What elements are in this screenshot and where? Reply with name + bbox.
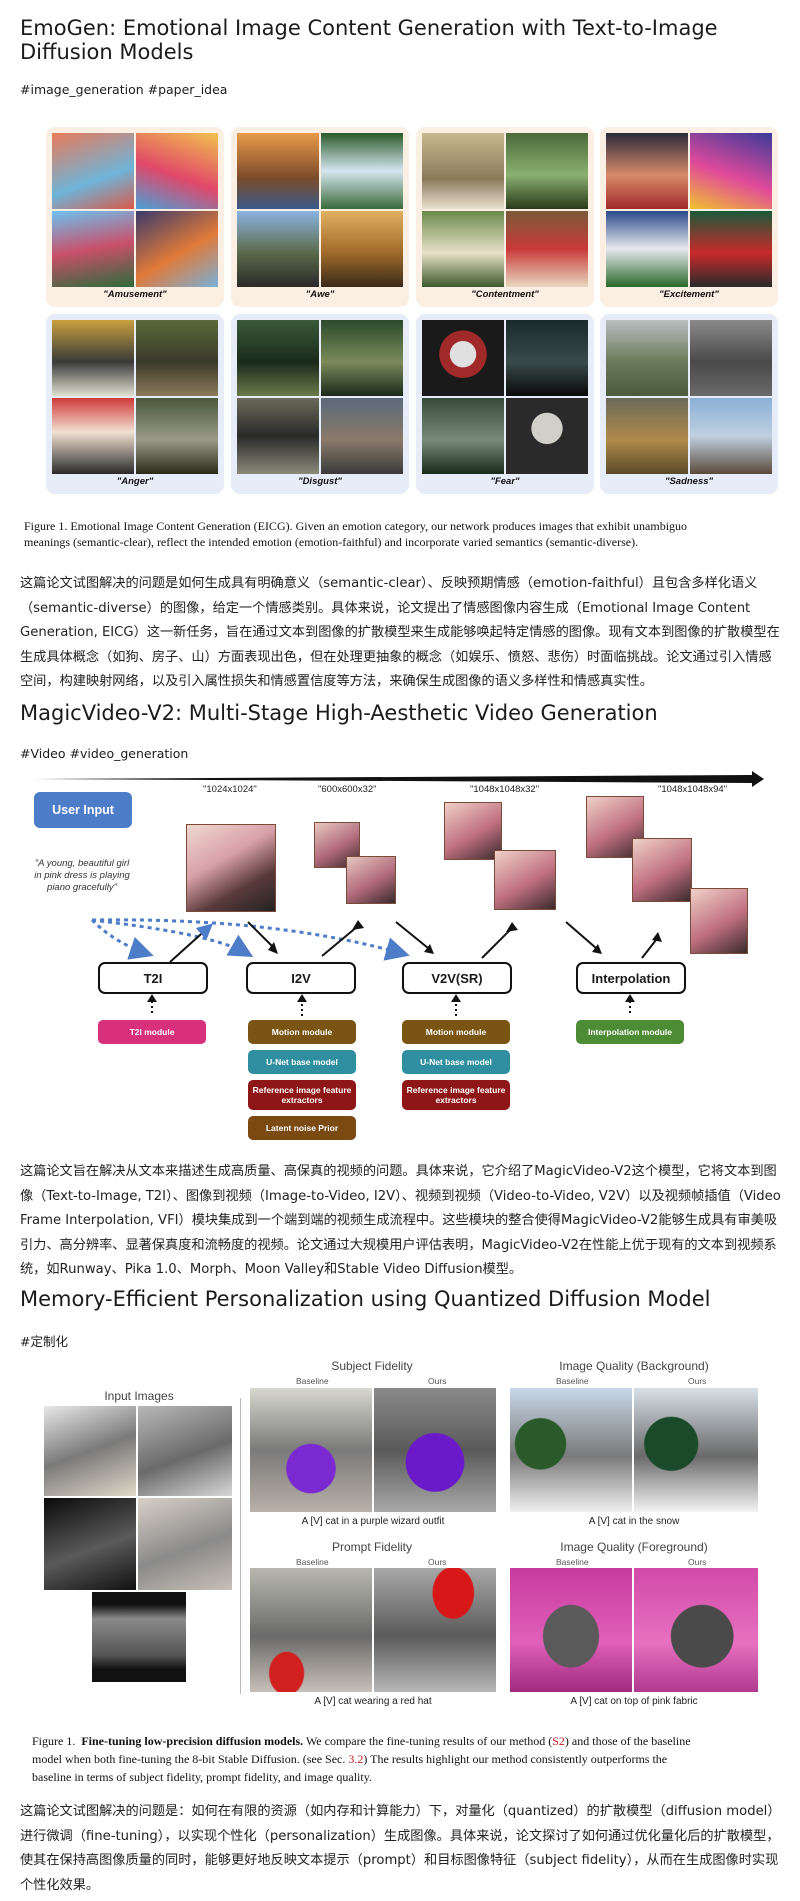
baseline-label: Baseline: [556, 1376, 589, 1386]
baseline-label: Baseline: [556, 1557, 589, 1567]
emotion-label: "Amusement": [103, 289, 167, 300]
emogen-caption-line2: meanings (semantic-clear), reflect the i…: [24, 535, 639, 549]
text-prompt: "A young, beautiful girl in pink dress i…: [34, 858, 130, 893]
quantized-summary: 这篇论文试图解决的问题是：如何在有限的资源（如内存和计算能力）下，对量化（qua…: [20, 1804, 781, 1893]
ours-image: [634, 1388, 758, 1512]
baseline-label: Baseline: [296, 1557, 329, 1567]
emotion-label: "Fear": [490, 476, 520, 487]
magicvideo-tags: #Video #video_generation: [20, 746, 189, 761]
resolution-label: "1048x1048x32": [470, 784, 540, 795]
input-image: [44, 1406, 136, 1496]
v2v-frame: [494, 850, 556, 910]
i2v-latent-noise-module: Latent noise Prior: [248, 1116, 356, 1140]
ours-label: Ours: [688, 1376, 707, 1386]
quantized-caption-line1: Figure 1. Fine-tuning low-precision diff…: [32, 1734, 691, 1748]
quantized-caption-line3: baseline in terms of subject fidelity, p…: [32, 1770, 372, 1784]
quantized-tags: #定制化: [20, 1334, 68, 1349]
ours-image: [634, 1568, 758, 1692]
emogen-tags: #image_generation #paper_idea: [20, 82, 228, 97]
t2i-output-image: [186, 824, 276, 912]
i2v-reference-module: Reference image feature extractors: [248, 1080, 356, 1110]
prompt-fidelity-title: Prompt Fidelity: [331, 1540, 413, 1554]
v2v-motion-module: Motion module: [402, 1020, 510, 1044]
emotion-panel-disgust: "Disgust": [231, 314, 409, 494]
emotion-panel-contentment: "Contentment": [416, 127, 594, 307]
quantized-caption-line2: model when both fine-tuning the 8-bit St…: [32, 1752, 668, 1766]
prompt-caption: A [V] cat in a purple wizard outfit: [301, 1516, 445, 1527]
i2v-unet-module: U-Net base model: [248, 1050, 356, 1074]
input-divider: [240, 1398, 241, 1694]
resolution-label: "1048x1048x94": [658, 784, 728, 795]
emotion-panel-amusement: "Amusement": [46, 127, 224, 307]
ours-image: [374, 1388, 496, 1512]
ours-label: Ours: [428, 1376, 447, 1386]
emotion-panel-anger: "Anger": [46, 314, 224, 494]
stage-interpolation: Interpolation: [576, 962, 686, 994]
baseline-label: Baseline: [296, 1376, 329, 1386]
emogen-caption-line1: Figure 1. Emotional Image Content Genera…: [24, 519, 688, 533]
ours-image: [374, 1568, 496, 1692]
baseline-image: [510, 1388, 632, 1512]
interpolation-module: Interpolation module: [576, 1020, 684, 1044]
emotion-panel-sadness: "Sadness": [600, 314, 778, 494]
emotion-label: "Excitement": [659, 289, 719, 300]
emotion-label: "Sadness": [664, 476, 714, 487]
ours-label: Ours: [428, 1557, 447, 1567]
user-input-box: User Input: [34, 792, 132, 828]
i2v-frame: [346, 856, 396, 904]
t2i-module: T2I module: [98, 1020, 206, 1044]
quality-foreground-title: Image Quality (Foreground): [560, 1540, 708, 1554]
input-images-title: Input Images: [104, 1389, 174, 1403]
v2v-unet-module: U-Net base model: [402, 1050, 510, 1074]
emogen-summary: 这篇论文试图解决的问题是如何生成具有明确意义（semantic-clear）、反…: [20, 576, 780, 689]
emotion-panel-awe: "Awe": [231, 127, 409, 307]
emogen-title: EmoGen: Emotional Image Content Generati…: [20, 16, 718, 64]
i2v-motion-module: Motion module: [248, 1020, 356, 1044]
emotion-panel-fear: "Fear": [416, 314, 594, 494]
baseline-image: [510, 1568, 632, 1692]
emotion-label: "Disgust": [298, 476, 342, 487]
stage-i2v: I2V: [246, 962, 356, 994]
resolution-label: "600x600x32": [318, 784, 377, 795]
baseline-image: [250, 1388, 372, 1512]
baseline-image: [250, 1568, 372, 1692]
quality-background-title: Image Quality (Background): [559, 1359, 709, 1373]
prompt-caption: A [V] cat wearing a red hat: [314, 1696, 432, 1707]
emotion-label: "Awe": [305, 289, 335, 300]
resolution-label: "1024x1024": [203, 784, 257, 795]
prompt-caption: A [V] cat on top of pink fabric: [570, 1696, 698, 1707]
subject-fidelity-title: Subject Fidelity: [331, 1359, 413, 1373]
input-image: [138, 1498, 232, 1590]
stage-v2v: V2V(SR): [402, 962, 512, 994]
interp-frame: [632, 838, 692, 902]
ours-label: Ours: [688, 1557, 707, 1567]
quantized-title: Memory-Efficient Personalization using Q…: [20, 1287, 711, 1311]
emotion-label: "Anger": [116, 476, 154, 487]
interp-frame: [690, 888, 748, 954]
prompt-caption: A [V] cat in the snow: [588, 1516, 680, 1527]
input-image: [44, 1498, 136, 1590]
magicvideo-title: MagicVideo-V2: Multi-Stage High-Aestheti…: [20, 701, 658, 725]
stage-t2i: T2I: [98, 962, 208, 994]
input-image: [92, 1592, 186, 1682]
emotion-panel-excitement: "Excitement": [600, 127, 778, 307]
emotion-label: "Contentment": [471, 289, 539, 300]
v2v-reference-module: Reference image feature extractors: [402, 1080, 510, 1110]
magicvideo-summary: 这篇论文旨在解决从文本来描述生成高质量、高保真的视频的问题。具体来说，它介绍了M…: [20, 1164, 781, 1277]
input-image: [138, 1406, 232, 1496]
